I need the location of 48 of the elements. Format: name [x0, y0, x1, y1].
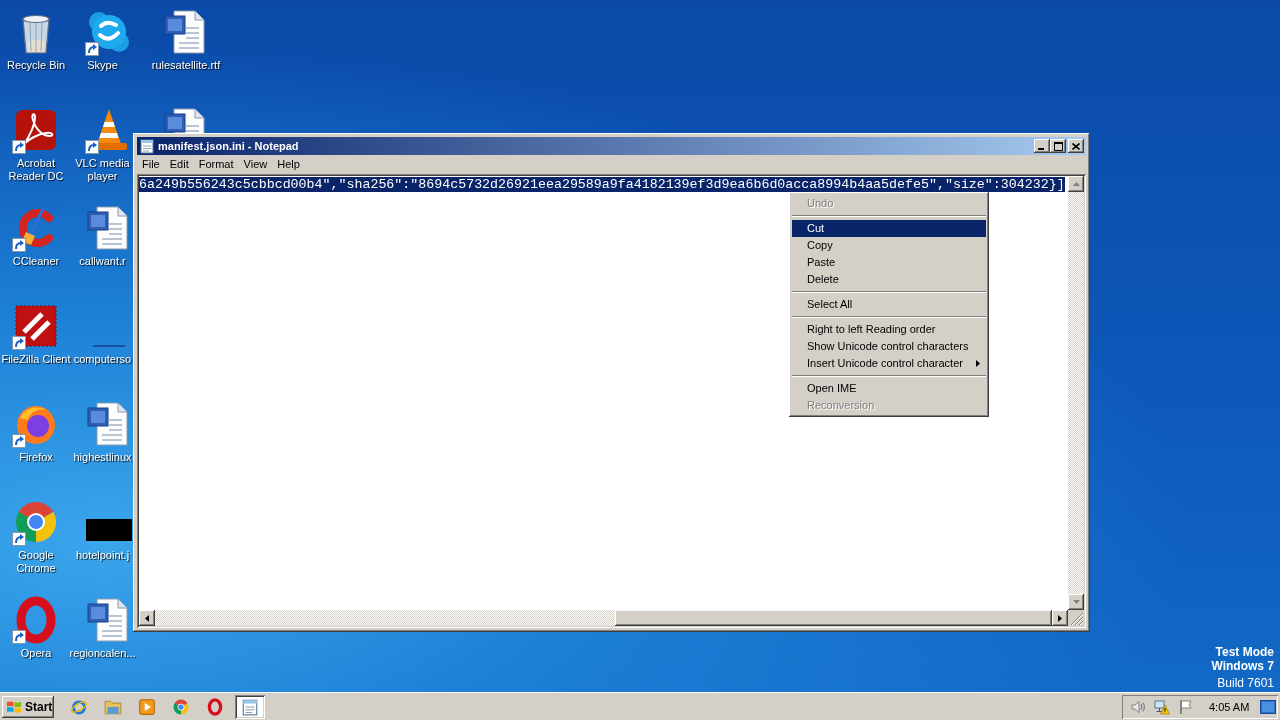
left-arrow-icon — [145, 614, 149, 622]
context-menu-item[interactable]: Cut — [792, 220, 986, 237]
desktop-icon-label[interactable]: callwant.r — [79, 255, 126, 268]
desktop-icon-label[interactable]: Acrobat Reader DC — [1, 157, 71, 183]
notice-text: Build 7601 — [1217, 676, 1274, 690]
minimize-button[interactable] — [1034, 139, 1050, 153]
right-arrow-icon — [1058, 614, 1062, 622]
flag-icon[interactable] — [1178, 698, 1194, 715]
show-desktop-icon[interactable] — [1260, 699, 1276, 714]
notepad-icon — [139, 138, 155, 154]
taskbar-button[interactable] — [235, 694, 265, 719]
close-icon — [1072, 142, 1080, 150]
chrome-icon[interactable] — [172, 697, 190, 716]
scroll-up-button[interactable] — [1068, 176, 1084, 192]
size-grip-icon[interactable] — [1068, 610, 1084, 626]
desktop-icon-label[interactable]: rulesatellite.rtf — [151, 59, 221, 72]
menu-item[interactable]: View — [238, 156, 273, 173]
start-button[interactable]: Start — [2, 695, 54, 718]
speaker-icon[interactable] — [1130, 698, 1146, 715]
desktop-icon-label[interactable]: Skype — [87, 59, 118, 72]
menu-item[interactable]: Edit — [164, 156, 194, 173]
scrollbar-thumb[interactable] — [615, 610, 1052, 626]
desktop-icon-label[interactable]: FileZilla Client — [1, 353, 71, 366]
network-warning-icon[interactable] — [1154, 698, 1170, 715]
notice-text: Test Mode — [1215, 645, 1274, 659]
desktop-icon-label[interactable]: computerso — [73, 353, 132, 366]
scroll-right-button[interactable] — [1052, 610, 1068, 626]
notepad-icon — [241, 697, 259, 716]
notice-text: Windows 7 — [1211, 659, 1274, 673]
scroll-down-button[interactable] — [1068, 594, 1084, 610]
desktop-icon-label[interactable]: CCleaner — [12, 255, 60, 268]
scroll-left-button[interactable] — [139, 610, 155, 626]
up-arrow-icon — [1072, 182, 1080, 186]
opera-icon[interactable] — [206, 697, 224, 716]
maximize-button[interactable] — [1050, 139, 1066, 153]
menu-item[interactable]: Format — [193, 156, 239, 173]
minimize-icon — [1038, 148, 1044, 150]
desktop-icon-label[interactable]: Recycle Bin — [6, 59, 66, 72]
maximize-icon — [1053, 141, 1063, 151]
close-button[interactable] — [1068, 139, 1084, 153]
clock[interactable]: 4:05 AM — [1209, 699, 1250, 714]
down-arrow-icon — [1072, 600, 1080, 604]
desktop-icon-label[interactable]: VLC media player — [72, 157, 133, 183]
menu-item[interactable]: File — [137, 156, 165, 173]
menu-item[interactable]: Help — [272, 156, 305, 173]
image-thumbnail[interactable] — [85, 519, 132, 541]
window-title: manifest.json.ini - Notepad — [158, 139, 299, 153]
media-player-icon[interactable] — [138, 697, 156, 716]
